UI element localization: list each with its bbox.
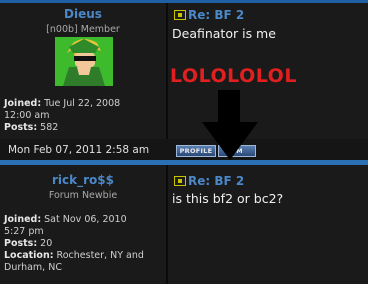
post-icon [174,10,186,20]
post2-location: Location: Rochester, NY and [4,250,164,262]
post2-location-2: Durham, NC [4,262,62,273]
column-divider-2 [166,165,168,284]
post2-joined: Joined: Sat Nov 06, 2010 [4,214,164,226]
post1-joined-time: 12:00 am [4,110,50,121]
post2-location-label: Location: [4,250,54,261]
arrow-down-icon [202,90,258,160]
post1-avatar [55,37,113,86]
post1-body: Deafinator is me [172,26,276,41]
post2-joined-label: Joined: [4,214,42,225]
post1-posts-value: 582 [40,122,59,133]
post-icon-2 [174,176,186,186]
post2-rank: Forum Newbie [48,190,118,201]
post1-joined-value: Tue Jul 22, 2008 [44,98,121,109]
column-divider [166,3,168,160]
post2-body: is this bf2 or bc2? [172,191,284,206]
post2-joined-time: 5:27 pm [4,226,44,237]
post1-posts-label: Posts: [4,122,38,133]
post2-posts: Posts: 20 [4,238,164,250]
post2-location-value: Rochester, NY and [56,250,144,261]
post1-rank: [n00b] Member [46,24,120,35]
avatar-image [55,37,113,86]
post1-date: Mon Feb 07, 2011 2:58 am [8,144,150,156]
post2-username[interactable]: rick_ro$$ [0,173,166,187]
post1-joined: Joined: Tue Jul 22, 2008 [4,98,164,110]
post2-posts-label: Posts: [4,238,38,249]
post1-username[interactable]: Dieus [0,7,166,21]
post1-posts: Posts: 582 [4,122,164,134]
post1-title[interactable]: Re: BF 2 [188,8,244,22]
post2-title[interactable]: Re: BF 2 [188,174,244,188]
post1-lol-text: LOLOLOLOL [170,65,297,87]
post2-joined-value: Sat Nov 06, 2010 [44,214,127,225]
post1-joined-label: Joined: [4,98,42,109]
post2-posts-value: 20 [40,238,53,249]
